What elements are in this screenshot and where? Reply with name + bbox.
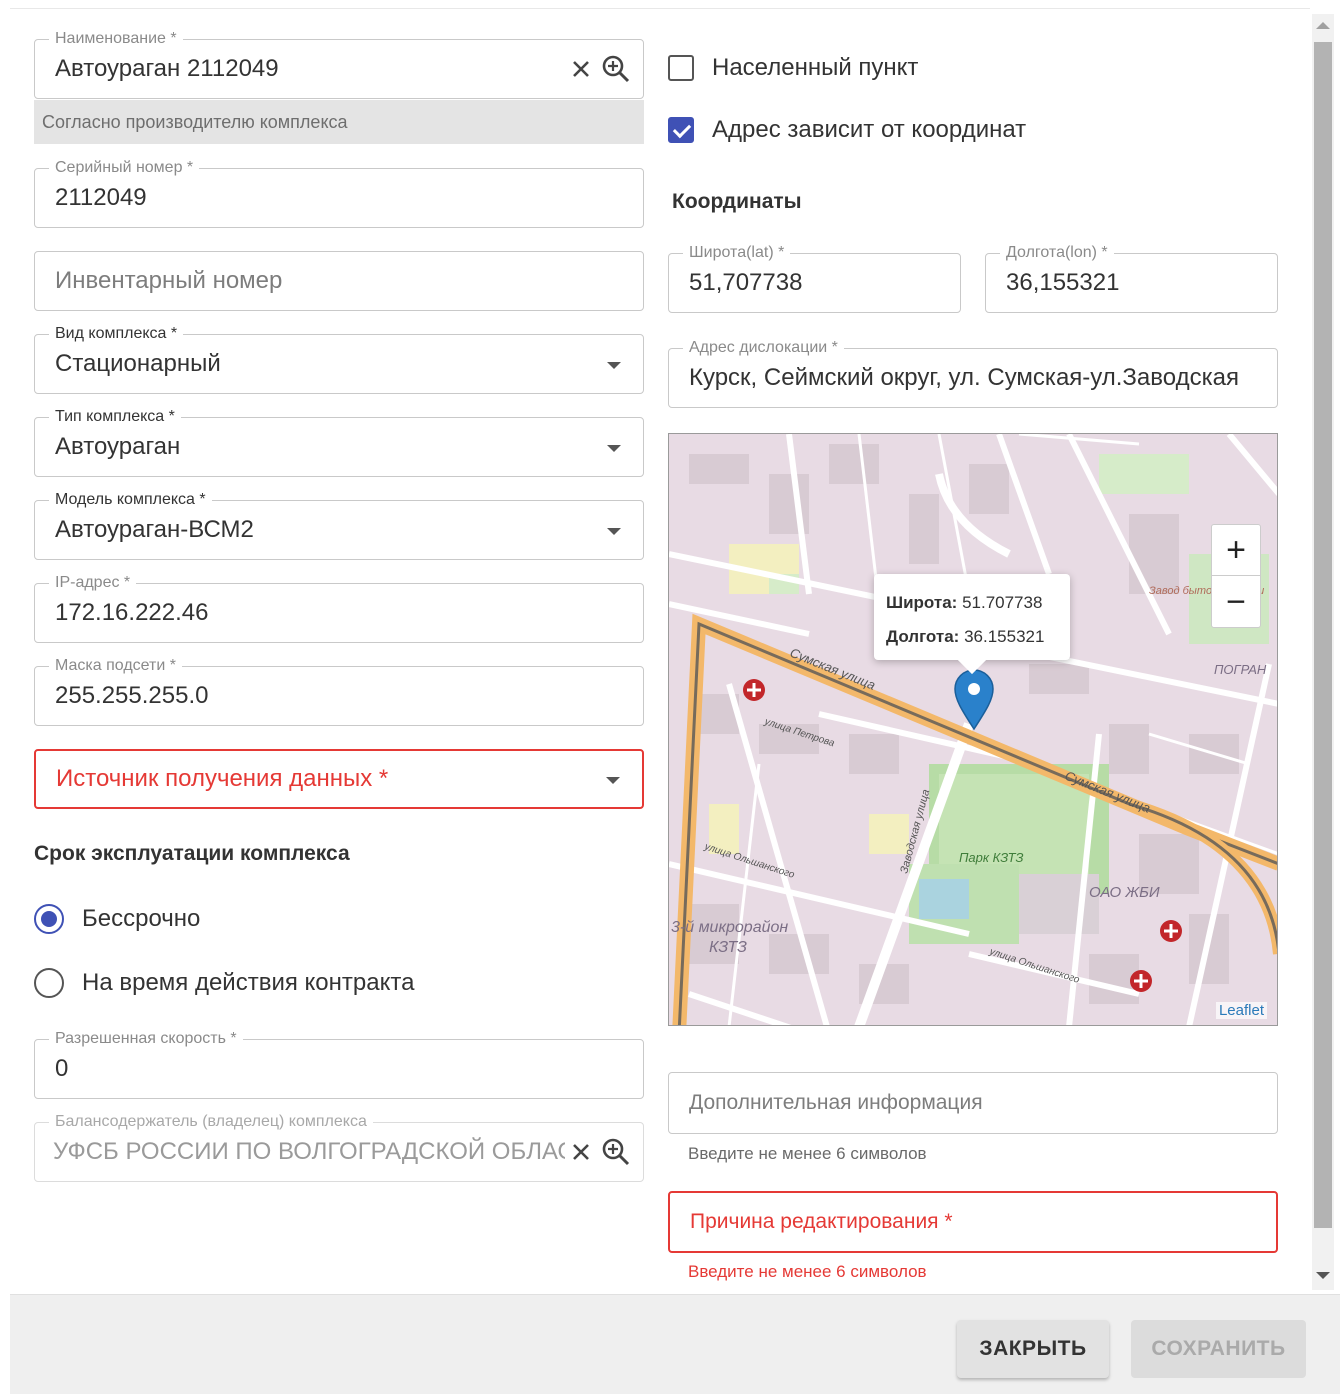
owner-field[interactable]: Балансодержатель (владелец) комплекса УФ… (34, 1111, 644, 1182)
mask-field[interactable]: Маска подсети * 255.255.255.0 (34, 655, 644, 726)
chevron-down-icon (607, 528, 621, 535)
serial-field[interactable]: Серийный номер * 2112049 (34, 157, 644, 228)
owner-value: УФСБ РОССИИ ПО ВОЛГОГРАДСКОЙ ОБЛАСТИ (53, 1138, 565, 1165)
serial-value: 2112049 (55, 184, 147, 211)
complex-model-value: Автоураган-ВСМ2 (55, 516, 254, 543)
settlement-checkbox[interactable]: Населенный пункт (668, 54, 918, 82)
address-field[interactable]: Адрес дислокации * Курск, Сеймский округ… (668, 337, 1278, 408)
latitude-value: 51,707738 (689, 269, 803, 296)
lifetime-title: Срок эксплуатации комплекса (34, 842, 350, 865)
radio-contract-label: На время действия контракта (82, 969, 415, 996)
map-label-park: Парк КЗТЗ (959, 850, 1023, 865)
speed-label: Разрешенная скорость * (49, 1028, 243, 1050)
longitude-field[interactable]: Долгота(lon) * 36,155321 (985, 242, 1278, 313)
popup-lat-label: Широта: (886, 593, 958, 612)
complex-kind-value: Стационарный (55, 350, 221, 377)
longitude-value: 36,155321 (1006, 269, 1120, 296)
popup-lon-label: Долгота: (886, 627, 960, 646)
scroll-down-arrow-icon[interactable] (1316, 1272, 1330, 1279)
chevron-down-icon (607, 445, 621, 452)
ip-field[interactable]: IP-адрес * 172.16.222.46 (34, 572, 644, 643)
complex-type-value: Автоураган (55, 433, 181, 460)
edit-reason-placeholder: Причина редактирования * (690, 1210, 953, 1233)
zoom-in-button[interactable]: + (1212, 525, 1260, 576)
name-value: Автоураган 2112049 (55, 55, 279, 82)
complex-kind-select[interactable]: Вид комплекса * Стационарный (34, 323, 644, 394)
popup-lon-value: 36.155321 (964, 627, 1045, 646)
inventory-field[interactable]: Инвентарный номер (34, 251, 644, 311)
checkbox-unchecked-icon[interactable] (668, 55, 694, 81)
address-by-coords-label: Адрес зависит от координат (712, 116, 1027, 143)
map-attribution-link[interactable]: Leaflet (1215, 1002, 1267, 1019)
settlement-label: Населенный пункт (712, 54, 919, 81)
map-label-oao: ОАО ЖБИ (1089, 884, 1160, 901)
zoom-out-button[interactable]: − (1212, 576, 1260, 627)
map-label-district2: КЗТЗ (709, 939, 747, 956)
radio-checked-icon[interactable] (34, 904, 64, 934)
latitude-field[interactable]: Широта(lat) * 51,707738 (668, 242, 961, 313)
complex-model-select[interactable]: Модель комплекса * Автоураган-ВСМ2 (34, 489, 644, 560)
location-map[interactable]: Сумская улица Сумская улица улица Петров… (668, 433, 1278, 1026)
map-label-district: 3-й микрорайон (671, 919, 788, 936)
search-icon[interactable] (601, 54, 631, 84)
scroll-up-arrow-icon[interactable] (1316, 22, 1330, 29)
speed-value: 0 (55, 1055, 69, 1082)
radio-unchecked-icon[interactable] (34, 968, 64, 998)
extra-info-field[interactable]: Дополнительная информация (668, 1072, 1278, 1134)
speed-field[interactable]: Разрешенная скорость * 0 (34, 1028, 644, 1099)
chevron-down-icon (607, 362, 621, 369)
data-source-placeholder: Источник получения данных * (56, 765, 389, 792)
radio-unlimited[interactable]: Бессрочно (34, 904, 200, 934)
map-tiles: Сумская улица Сумская улица улица Петров… (669, 434, 1277, 1025)
zoom-control: + − (1211, 524, 1261, 628)
radio-unlimited-label: Бессрочно (82, 905, 201, 932)
top-divider (10, 8, 1310, 9)
extra-info-helper: Введите не менее 6 символов (688, 1144, 927, 1163)
scrollbar-thumb[interactable] (1314, 42, 1332, 1228)
coords-popup: Широта: 51.707738 Долгота: 36.155321 (874, 574, 1070, 675)
ip-value: 172.16.222.46 (55, 599, 209, 626)
radio-contract[interactable]: На время действия контракта (34, 968, 414, 998)
coords-title: Координаты (672, 190, 802, 213)
name-field[interactable]: Наименование * Автоураган 2112049 (34, 28, 644, 99)
edit-reason-helper: Введите не менее 6 символов (688, 1262, 927, 1281)
popup-lat-value: 51.707738 (962, 593, 1043, 612)
checkbox-checked-icon[interactable] (668, 117, 694, 143)
save-button[interactable]: СОХРАНИТЬ (1131, 1320, 1306, 1378)
address-by-coords-checkbox[interactable]: Адрес зависит от координат (668, 116, 1026, 144)
complex-type-select[interactable]: Тип комплекса * Автоураган (34, 406, 644, 477)
chevron-down-icon (606, 777, 620, 784)
edit-reason-field[interactable]: Причина редактирования * (668, 1191, 1278, 1253)
edit-complex-dialog: Наименование * Автоураган 2112049 Соглас… (0, 0, 1340, 1394)
search-icon[interactable] (601, 1137, 631, 1167)
map-label-pogra: ПОГРАН (1214, 662, 1267, 677)
name-hint: Согласно производителю комплекса (34, 100, 644, 144)
address-value: Курск, Сеймский округ, ул. Сумская-ул.За… (689, 364, 1239, 391)
data-source-select[interactable]: Источник получения данных * (34, 749, 644, 809)
mask-value: 255.255.255.0 (55, 682, 209, 709)
extra-info-placeholder: Дополнительная информация (689, 1091, 983, 1114)
clear-icon[interactable] (571, 59, 591, 79)
clear-icon[interactable] (571, 1142, 591, 1162)
close-button[interactable]: ЗАКРЫТЬ (957, 1320, 1109, 1378)
inventory-placeholder: Инвентарный номер (55, 267, 283, 294)
